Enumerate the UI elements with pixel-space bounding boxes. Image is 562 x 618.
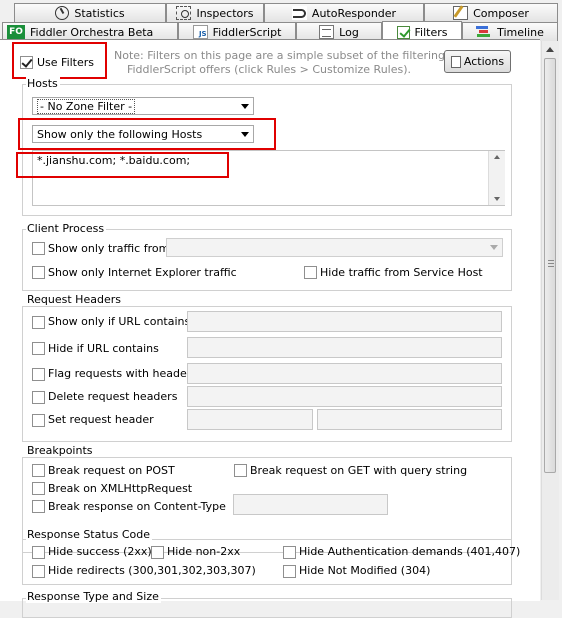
content-type-input[interactable] bbox=[233, 494, 388, 515]
show-only-traffic-from-checkbox[interactable] bbox=[32, 242, 45, 255]
break-content-type-label: Break response on Content-Type bbox=[48, 500, 226, 513]
scrollbar-thumb[interactable] bbox=[544, 58, 556, 473]
composer-icon bbox=[453, 6, 469, 20]
tab-label: AutoResponder bbox=[311, 6, 397, 20]
actions-label: Actions bbox=[463, 55, 505, 68]
show-only-traffic-from-label: Show only traffic from bbox=[48, 242, 170, 255]
hide-redirects-label: Hide redirects (300,301,302,303,307) bbox=[48, 564, 256, 577]
filters-check-icon bbox=[396, 25, 410, 39]
flag-requests-input[interactable] bbox=[187, 363, 502, 384]
tab-label: Composer bbox=[473, 6, 529, 20]
fiddlerscript-icon: JS bbox=[192, 25, 208, 39]
tab-label: Filters bbox=[414, 25, 448, 39]
scroll-up-icon[interactable] bbox=[546, 47, 554, 52]
inspectors-icon bbox=[176, 6, 192, 20]
chevron-down-icon bbox=[490, 245, 498, 250]
flag-requests-label: Flag requests with headers bbox=[48, 367, 197, 380]
hide-auth-label: Hide Authentication demands (401,407) bbox=[299, 545, 521, 558]
chevron-down-icon bbox=[494, 197, 500, 201]
tab-statistics[interactable]: Statistics bbox=[14, 3, 166, 22]
host-list-scrollbar[interactable] bbox=[488, 151, 505, 205]
hide-not-modified-label: Hide Not Modified (304) bbox=[299, 564, 431, 577]
process-dropdown[interactable] bbox=[166, 238, 503, 257]
response-status-title: Response Status Code bbox=[26, 528, 153, 541]
highlight-use-filters bbox=[12, 42, 107, 79]
zone-filter-dropdown[interactable]: - No Zone Filter - bbox=[32, 97, 254, 115]
timeline-icon bbox=[476, 25, 492, 39]
show-if-url-label: Show only if URL contains bbox=[48, 315, 191, 328]
hide-service-host-checkbox[interactable] bbox=[304, 266, 317, 279]
hide-if-url-label: Hide if URL contains bbox=[48, 342, 159, 355]
filters-panel: Use Filters Note: Filters on this page a… bbox=[0, 39, 540, 618]
hide-auth-checkbox[interactable] bbox=[283, 546, 296, 559]
tab-label: Fiddler Orchestra Beta bbox=[30, 25, 154, 39]
zone-filter-value: - No Zone Filter - bbox=[37, 98, 136, 114]
hide-if-url-checkbox[interactable] bbox=[32, 342, 45, 355]
show-only-ie-label: Show only Internet Explorer traffic bbox=[48, 266, 237, 279]
tab-row-1: Statistics Inspectors AutoResponder Comp… bbox=[0, 3, 562, 22]
flag-requests-checkbox[interactable] bbox=[32, 368, 45, 381]
tab-label: Statistics bbox=[74, 6, 125, 20]
stopwatch-icon bbox=[55, 6, 70, 20]
actions-icon bbox=[450, 55, 461, 68]
hide-success-label: Hide success (2xx) bbox=[48, 545, 152, 558]
filters-note: Note: Filters on this page are a simple … bbox=[114, 49, 446, 77]
show-if-url-input[interactable] bbox=[187, 311, 502, 332]
client-process-title: Client Process bbox=[26, 222, 107, 235]
hide-success-checkbox[interactable] bbox=[32, 546, 45, 559]
hide-non2xx-label: Hide non-2xx bbox=[167, 545, 241, 558]
response-type-title: Response Type and Size bbox=[26, 590, 161, 603]
hosts-title: Hosts bbox=[26, 77, 60, 90]
delete-headers-input[interactable] bbox=[187, 386, 502, 407]
chevron-down-icon bbox=[241, 104, 249, 109]
actions-button[interactable]: Actions bbox=[444, 50, 511, 73]
set-header-value-input[interactable] bbox=[317, 409, 502, 430]
break-post-label: Break request on POST bbox=[48, 464, 175, 477]
tab-label: Log bbox=[339, 25, 359, 39]
highlight-host-filter bbox=[18, 118, 276, 150]
tab-autoresponder[interactable]: AutoResponder bbox=[264, 3, 424, 22]
break-content-type-checkbox[interactable] bbox=[32, 500, 45, 513]
hide-if-url-input[interactable] bbox=[187, 337, 502, 358]
highlight-host-list bbox=[16, 152, 229, 178]
tab-inspectors[interactable]: Inspectors bbox=[166, 3, 264, 22]
breakpoints-title: Breakpoints bbox=[26, 444, 95, 457]
set-header-checkbox[interactable] bbox=[32, 414, 45, 427]
break-get-label: Break request on GET with query string bbox=[250, 464, 468, 477]
break-post-checkbox[interactable] bbox=[32, 464, 45, 477]
tab-label: Inspectors bbox=[196, 6, 254, 20]
tab-composer[interactable]: Composer bbox=[424, 3, 558, 22]
delete-headers-label: Delete request headers bbox=[48, 390, 178, 403]
filters-note-line-2: FiddlerScript offers (click Rules > Cust… bbox=[126, 63, 412, 76]
break-xhr-label: Break on XMLHttpRequest bbox=[48, 482, 193, 495]
filters-note-line-1: Note: Filters on this page are a simple … bbox=[114, 49, 446, 62]
hide-service-host-label: Hide traffic from Service Host bbox=[320, 266, 483, 279]
hide-redirects-checkbox[interactable] bbox=[32, 565, 45, 578]
autoresponder-icon bbox=[291, 6, 307, 20]
hide-not-modified-checkbox[interactable] bbox=[283, 565, 296, 578]
hide-non2xx-checkbox[interactable] bbox=[151, 546, 164, 559]
break-get-checkbox[interactable] bbox=[234, 464, 247, 477]
chevron-up-icon bbox=[494, 155, 500, 159]
set-header-label: Set request header bbox=[48, 413, 154, 426]
break-xhr-checkbox[interactable] bbox=[32, 482, 45, 495]
delete-headers-checkbox[interactable] bbox=[32, 391, 45, 404]
fo-icon: FO bbox=[7, 25, 25, 39]
log-icon bbox=[319, 25, 335, 39]
request-headers-title: Request Headers bbox=[26, 293, 123, 306]
tab-label: FiddlerScript bbox=[212, 25, 282, 39]
show-if-url-checkbox[interactable] bbox=[32, 316, 45, 329]
tab-label: Timeline bbox=[497, 25, 544, 39]
vertical-scrollbar[interactable] bbox=[541, 41, 559, 600]
show-only-ie-checkbox[interactable] bbox=[32, 266, 45, 279]
set-header-name-input[interactable] bbox=[187, 409, 313, 430]
